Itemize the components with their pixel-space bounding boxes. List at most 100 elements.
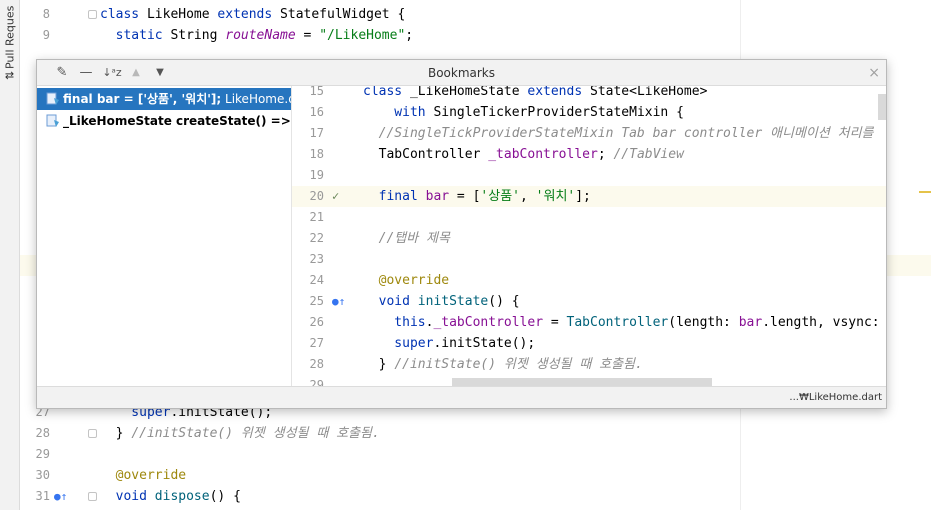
code-token: String bbox=[170, 28, 226, 43]
code-token: SingleTickerProviderStateMixin { bbox=[433, 105, 684, 120]
fold-icon[interactable] bbox=[88, 429, 97, 438]
popup-footer: ...₩LikeHome.dart bbox=[37, 386, 886, 408]
line-number: 19 bbox=[309, 168, 324, 182]
code-token: "/LikeHome" bbox=[319, 28, 406, 43]
line-number: 25 bbox=[309, 294, 324, 308]
editor-line[interactable]: 30 @override bbox=[20, 465, 931, 486]
bookmark-item[interactable]: _LikeHomeState createState() => _LikeHom… bbox=[37, 110, 291, 132]
code-token: TabController bbox=[566, 315, 669, 330]
preview-line: 17 //SingleTickProviderStateMixin Tab ba… bbox=[292, 123, 886, 144]
code-token: StatefulWidget { bbox=[280, 7, 406, 22]
line-number: 15 bbox=[309, 86, 324, 98]
line-number: 28 bbox=[35, 426, 50, 440]
editor-line[interactable]: 29 bbox=[20, 444, 931, 465]
code-token: static bbox=[100, 28, 171, 43]
code-token: TabController bbox=[363, 147, 489, 162]
code-token: with bbox=[363, 105, 434, 120]
preview-line: 20 ✓ final bar = ['상품', '워치']; bbox=[292, 186, 886, 207]
line-number: 20 bbox=[309, 189, 324, 203]
scrollbar-warning-marker[interactable] bbox=[919, 191, 931, 193]
code-text: @override bbox=[363, 270, 449, 291]
code-text: with SingleTickerProviderStateMixin { bbox=[363, 102, 684, 123]
line-number: 21 bbox=[309, 210, 324, 224]
popup-header: Bookmarks ✎ — ↓ᵃz ▲ ▼ × bbox=[37, 60, 886, 86]
preview-line: 28 } //initState() 위젯 생성될 때 호출됨. bbox=[292, 354, 886, 375]
preview-horizontal-scrollbar[interactable] bbox=[452, 378, 712, 386]
bookmark-label: final bar = ['상품', '워치']; bbox=[63, 92, 222, 106]
code-token: initState bbox=[417, 294, 489, 309]
code-token: _tabController bbox=[433, 315, 544, 330]
bookmark-item[interactable]: final bar = ['상품', '워치']; LikeHome.dart bbox=[37, 88, 291, 110]
pull-requests-icon: ⇅ bbox=[3, 70, 17, 80]
editor-line[interactable]: 28 } //initState() 위젯 생성될 때 호출됨. bbox=[20, 423, 931, 444]
preview-line: 19 bbox=[292, 165, 886, 186]
code-token: = bbox=[295, 28, 320, 43]
move-up-icon[interactable]: ▲ bbox=[125, 60, 147, 86]
preview-line: 22 //탭바 제목 bbox=[292, 228, 886, 249]
code-token: () { bbox=[209, 489, 241, 504]
code-text: TabController _tabController; //TabView bbox=[363, 144, 684, 165]
preview-line: 24 @override bbox=[292, 270, 886, 291]
preview-line: 27 super.initState(); bbox=[292, 333, 886, 354]
preview-line: 16 with SingleTickerProviderStateMixin { bbox=[292, 102, 886, 123]
line-number: 31 bbox=[35, 489, 50, 503]
code-text: class _LikeHomeState extends State<LikeH… bbox=[363, 86, 707, 102]
code-token: State<LikeHome> bbox=[590, 86, 708, 99]
editor-line[interactable]: 31 ●↑ void dispose() { bbox=[20, 486, 931, 507]
remove-bookmark-icon[interactable]: — bbox=[75, 60, 97, 86]
code-token: //initState() 위젯 생성될 때 호출됨. bbox=[131, 426, 380, 441]
code-token: @override bbox=[100, 468, 187, 483]
code-token: = [ bbox=[449, 189, 481, 204]
file-path: ...₩LikeHome.dart bbox=[789, 392, 882, 403]
code-token: LikeHome bbox=[146, 7, 218, 22]
dart-file-icon bbox=[46, 114, 59, 127]
move-down-icon[interactable]: ▼ bbox=[149, 60, 171, 86]
code-token: extends bbox=[527, 86, 590, 99]
code-text: } //initState() 위젯 생성될 때 호출됨. bbox=[363, 354, 643, 375]
code-token: _LikeHomeState bbox=[409, 86, 528, 99]
edit-bookmark-icon[interactable]: ✎ bbox=[51, 60, 73, 86]
line-number: 23 bbox=[309, 252, 324, 266]
editor-line[interactable]: 8 class LikeHome extends StatefulWidget { bbox=[20, 4, 931, 25]
fold-icon[interactable] bbox=[88, 492, 97, 501]
code-token: bar bbox=[738, 315, 763, 330]
code-token: class bbox=[100, 7, 147, 22]
code-token: void bbox=[363, 294, 418, 309]
line-number: 28 bbox=[309, 357, 324, 371]
code-token: ]; bbox=[575, 189, 591, 204]
close-icon[interactable]: × bbox=[868, 60, 880, 86]
sort-bookmarks-icon[interactable]: ↓ᵃz bbox=[99, 60, 125, 86]
code-token: = bbox=[543, 315, 567, 330]
editor-line[interactable]: 9 static String routeName = "/LikeHome"; bbox=[20, 25, 931, 46]
code-token: bar bbox=[425, 189, 450, 204]
code-token: @override bbox=[363, 273, 450, 288]
bookmarks-popup: Bookmarks ✎ — ↓ᵃz ▲ ▼ × final bar = ['상품… bbox=[36, 59, 887, 409]
code-token: //TabView bbox=[613, 147, 684, 162]
bookmark-check-icon: ✓ bbox=[332, 189, 340, 203]
code-token: .length, vsync: bbox=[762, 315, 880, 330]
pull-requests-tab[interactable]: ⇅ Pull Reques bbox=[2, 0, 18, 80]
line-number: 18 bbox=[309, 147, 324, 161]
line-number: 8 bbox=[42, 7, 50, 21]
line-number: 22 bbox=[309, 231, 324, 245]
override-gutter-icon: ●↑ bbox=[332, 295, 346, 308]
preview-line: 21 bbox=[292, 207, 886, 228]
line-number: 9 bbox=[42, 28, 50, 42]
line-number: 27 bbox=[309, 336, 324, 350]
code-token: //탭바 제목 bbox=[363, 231, 450, 246]
line-number: 30 bbox=[35, 468, 50, 482]
code-token: routeName bbox=[225, 28, 296, 43]
line-number: 26 bbox=[309, 315, 324, 329]
fold-icon[interactable] bbox=[88, 10, 97, 19]
code-token: '상품' bbox=[480, 189, 520, 204]
code-token: (length: bbox=[668, 315, 739, 330]
code-token: final bbox=[363, 189, 426, 204]
code-token: class bbox=[363, 86, 410, 99]
preview-vertical-scrollbar[interactable] bbox=[878, 94, 886, 120]
override-gutter-icon[interactable]: ●↑ bbox=[54, 486, 67, 507]
code-text: final bar = ['상품', '워치']; bbox=[363, 186, 591, 207]
left-tool-strip: ⇅ Pull Reques bbox=[0, 0, 20, 510]
code-text: //SingleTickProviderStateMixin Tab bar c… bbox=[363, 123, 874, 144]
line-number: 29 bbox=[35, 447, 50, 461]
code-token: ; bbox=[597, 147, 614, 162]
